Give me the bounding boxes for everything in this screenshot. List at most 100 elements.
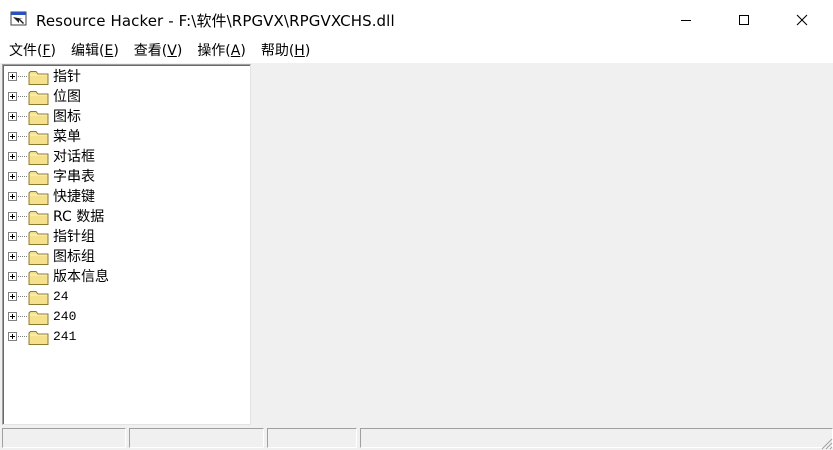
expand-icon[interactable] [8, 132, 17, 141]
expand-icon[interactable] [8, 332, 17, 341]
folder-icon [28, 91, 49, 105]
folder-icon [28, 331, 49, 345]
tree-item-label: 241 [53, 329, 77, 344]
tree-item-bitmap[interactable]: 位图 [3, 87, 243, 107]
menu-action[interactable]: 操作(A) [192, 40, 251, 63]
window-title: Resource Hacker - F:\软件\RPGVX\RPGVXCHS.d… [36, 12, 395, 30]
folder-icon [28, 231, 49, 245]
tree-connector [18, 76, 28, 77]
resource-hacker-app-icon [10, 11, 27, 26]
folder-icon [28, 131, 49, 145]
tree-item-string-table[interactable]: 字串表 [3, 167, 243, 187]
folder-icon [28, 251, 49, 265]
menu-view-accel: V [167, 43, 177, 59]
tree-item-icon[interactable]: 图标 [3, 107, 243, 127]
folder-icon [28, 311, 49, 325]
menu-action-label: 操作( [197, 43, 231, 59]
tree-item-label: 位图 [53, 89, 81, 105]
tree-connector [18, 196, 28, 197]
folder-icon [28, 151, 49, 165]
expand-icon[interactable] [8, 312, 17, 321]
tree-item-cursor[interactable]: 指针 [3, 67, 243, 87]
menu-file[interactable]: 文件(F) [4, 40, 61, 63]
expand-icon[interactable] [8, 152, 17, 161]
tree-item-24[interactable]: 24 [3, 287, 243, 307]
tree-item-label: 菜单 [53, 129, 81, 145]
status-bar [0, 426, 833, 450]
tree-item-label: RC 数据 [53, 209, 105, 225]
minimize-button[interactable] [657, 0, 715, 40]
tree-item-dialog[interactable]: 对话框 [3, 147, 243, 167]
folder-icon [28, 291, 49, 305]
tree-connector [18, 316, 28, 317]
tree-item-label: 240 [53, 309, 77, 324]
menu-help-accel: H [294, 43, 305, 59]
tree-item-menu[interactable]: 菜单 [3, 127, 243, 147]
expand-icon[interactable] [8, 112, 17, 121]
expand-icon[interactable] [8, 92, 17, 101]
expand-icon[interactable] [8, 252, 17, 261]
expand-icon[interactable] [8, 72, 17, 81]
folder-icon [28, 111, 49, 125]
close-icon [796, 14, 808, 26]
tree-item-accelerator[interactable]: 快捷键 [3, 187, 243, 207]
tree-item-label: 指针 [53, 69, 81, 85]
tree-item-label: 图标组 [53, 249, 95, 265]
tree-item-240[interactable]: 240 [3, 307, 243, 327]
tree-connector [18, 216, 28, 217]
menu-help-label: 帮助( [260, 43, 295, 59]
menu-help[interactable]: 帮助(H) [256, 40, 315, 63]
folder-icon [28, 271, 49, 285]
status-cell-4 [360, 428, 833, 448]
title-bar[interactable]: Resource Hacker - F:\软件\RPGVX\RPGVXCHS.d… [0, 0, 833, 40]
status-cell-1 [2, 428, 126, 448]
resize-grip-icon[interactable] [819, 436, 833, 450]
menu-view-paren: ) [176, 43, 183, 59]
expand-icon[interactable] [8, 272, 17, 281]
menu-edit-paren: ) [113, 43, 119, 59]
tree-item-label: 图标 [53, 109, 81, 125]
status-cell-3 [267, 428, 357, 448]
folder-icon [28, 191, 49, 205]
menu-view[interactable]: 查看(V) [129, 40, 188, 63]
tree-connector [18, 276, 28, 277]
menu-file-accel: F [42, 43, 51, 59]
tree-connector [18, 256, 28, 257]
menu-bar: 文件(F) 编辑(E) 查看(V) 操作(A) 帮助(H) [0, 40, 833, 63]
expand-icon[interactable] [8, 292, 17, 301]
tree-connector [18, 96, 28, 97]
folder-icon [28, 71, 49, 85]
tree-item-icon-group[interactable]: 图标组 [3, 247, 243, 267]
tree-item-rcdata[interactable]: RC 数据 [3, 207, 243, 227]
expand-icon[interactable] [8, 232, 17, 241]
resource-hacker-window: Resource Hacker - F:\软件\RPGVX\RPGVXCHS.d… [0, 0, 833, 450]
resource-view-panel [254, 64, 833, 425]
menu-edit[interactable]: 编辑(E) [66, 40, 124, 63]
tree-item-label: 快捷键 [53, 189, 95, 205]
menu-edit-label: 编辑( [71, 43, 105, 59]
maximize-icon [739, 15, 749, 25]
folder-icon [28, 171, 49, 185]
folder-icon [28, 211, 49, 225]
expand-icon[interactable] [8, 172, 17, 181]
close-button[interactable] [773, 0, 831, 40]
status-cell-2 [129, 428, 264, 448]
menu-file-paren: ) [50, 43, 56, 59]
expand-icon[interactable] [8, 192, 17, 201]
tree-item-version-info[interactable]: 版本信息 [3, 267, 243, 287]
maximize-button[interactable] [715, 0, 773, 40]
minimize-icon [681, 20, 691, 21]
tree-connector [18, 116, 28, 117]
menu-edit-accel: E [104, 43, 114, 59]
tree-item-label: 指针组 [53, 229, 95, 245]
resource-tree[interactable]: 指针 位图 图标 菜单 对话框 字串表 快捷键 RC 数据 指针组 图标组 版本… [2, 64, 251, 425]
tree-item-label: 24 [53, 289, 69, 304]
tree-connector [18, 176, 28, 177]
menu-action-accel: A [230, 43, 241, 59]
tree-item-label: 对话框 [53, 149, 95, 165]
expand-icon[interactable] [8, 212, 17, 221]
menu-file-label: 文件( [9, 43, 43, 59]
tree-item-241[interactable]: 241 [3, 327, 243, 347]
menu-view-label: 查看( [133, 43, 168, 59]
tree-item-cursor-group[interactable]: 指针组 [3, 227, 243, 247]
